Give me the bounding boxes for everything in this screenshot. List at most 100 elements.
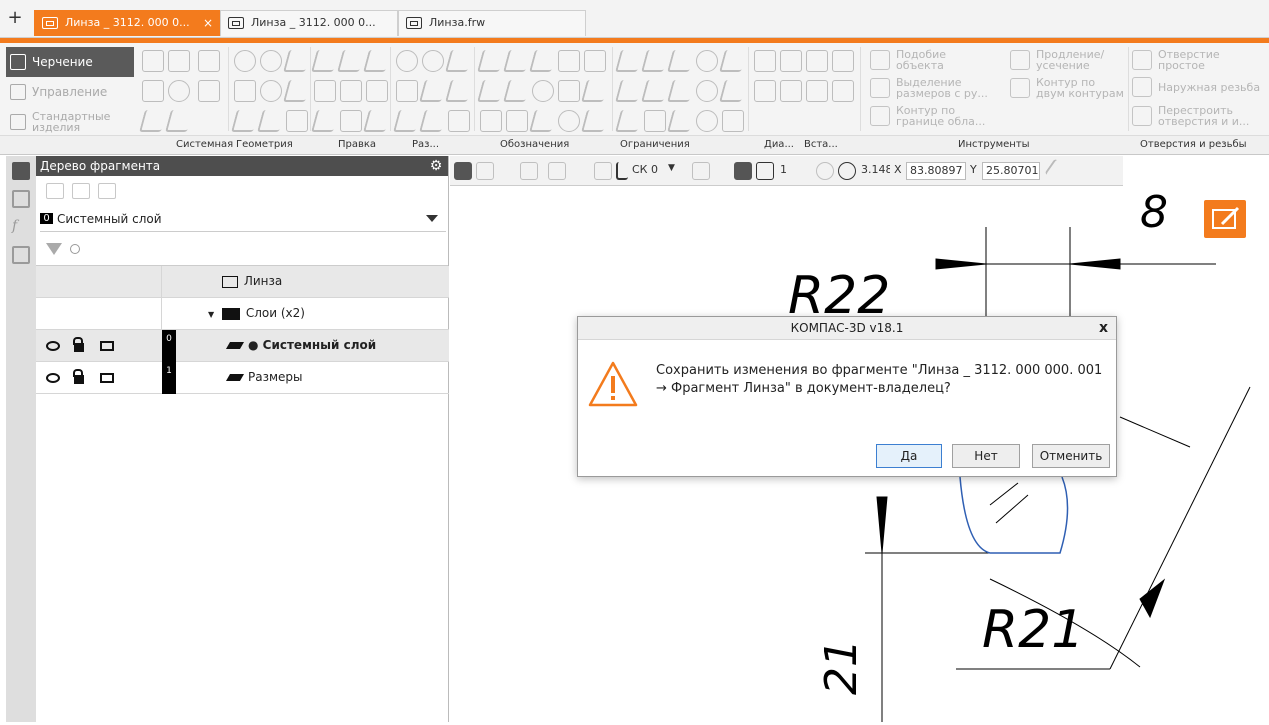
tree-row-layers[interactable]: ▼ Слои (x2) [36,298,449,330]
collinear-icon[interactable] [615,110,643,132]
view-icon[interactable] [780,50,802,72]
image-tool-icon[interactable] [98,183,116,199]
move-icon[interactable] [340,80,362,102]
no-button[interactable]: Нет [952,444,1020,468]
mode-standard-parts[interactable]: Стандартные изделия [6,107,134,137]
x-coordinate-field[interactable]: 83.80897 [906,162,966,180]
local-snap-icon[interactable] [520,162,538,180]
diameter-dimension-icon[interactable] [422,50,444,72]
tool-hole[interactable]: Отверстие простое [1132,49,1262,71]
group-tool-icon[interactable] [72,183,90,199]
arc-dimension-icon[interactable] [419,80,447,102]
tangent-icon[interactable] [696,50,718,72]
text-tool-icon[interactable] [480,110,502,132]
break-icon[interactable] [363,50,391,72]
mirror-icon[interactable] [366,80,388,102]
group-geometry[interactable]: Геометрия [236,139,293,150]
y-coordinate-field[interactable]: 25.80701 [982,162,1040,180]
mode-management[interactable]: Управление [6,77,134,107]
preview-icon[interactable] [168,80,190,102]
tool-similarity[interactable]: Подобие объекта [870,49,990,71]
layer-select[interactable]: 0 Системный слой [40,206,446,232]
search-icon[interactable] [70,243,80,254]
ordinate-dimension-icon[interactable] [419,110,447,132]
arc-icon[interactable] [260,80,282,102]
group-edit[interactable]: Правка [338,139,376,150]
group-insert[interactable]: Вста... [804,139,838,150]
eye-icon[interactable] [46,373,60,383]
group-constraints[interactable]: Ограничения [620,139,690,150]
text-icon[interactable] [448,110,470,132]
local-fragment-icon[interactable] [754,80,776,102]
fragment-insert-icon[interactable] [754,50,776,72]
printer-icon[interactable] [100,341,114,351]
circle-icon[interactable] [260,50,282,72]
group-dimensions[interactable]: Раз... [412,139,439,150]
yes-button[interactable]: Да [876,444,942,468]
macro-icon[interactable] [832,80,854,102]
group-system[interactable]: Системная [176,139,233,150]
horizontal-icon[interactable] [615,80,643,102]
group-designations[interactable]: Обозначения [500,139,569,150]
spline-icon[interactable] [231,110,259,132]
chevron-down-icon[interactable]: ▼ [668,163,675,173]
tool-thread[interactable]: Наружная резьба [1132,77,1262,97]
tab-document-1[interactable]: Линза _ 3112. 000 0... × [34,10,220,36]
layers-icon[interactable] [12,246,30,264]
rotate-icon[interactable] [363,110,391,132]
tool-rebuild-holes[interactable]: Перестроить отверстия и и... [1132,105,1266,127]
open-folder-icon[interactable] [168,50,190,72]
position-icon[interactable] [558,50,580,72]
tool-contour-boundary[interactable]: Контур по границе обла... [870,105,1006,127]
close-icon[interactable]: x [1099,317,1108,339]
new-tab-icon[interactable]: + [6,9,24,28]
extend-icon[interactable] [337,50,365,72]
parallel-icon[interactable] [641,50,669,72]
curve-icon[interactable] [257,110,285,132]
tree-icon[interactable] [12,162,30,180]
save-as-icon[interactable] [198,80,220,102]
fix-icon[interactable] [615,50,643,72]
fillet-icon[interactable] [311,110,339,132]
properties-icon[interactable] [12,190,30,208]
table-tool-icon[interactable] [506,110,528,132]
diagnose-icon[interactable] [722,110,744,132]
symbol-icon[interactable] [581,110,609,132]
gear-icon[interactable]: ⚙ [428,156,444,176]
object-icon[interactable] [806,80,828,102]
image-icon[interactable] [806,50,828,72]
equal-icon[interactable] [644,110,666,132]
midpoint-icon[interactable] [719,80,747,102]
chevron-down-icon[interactable] [426,215,438,222]
redo-icon[interactable] [165,110,193,132]
zoom-in-icon[interactable] [838,162,856,180]
print-icon[interactable] [142,80,164,102]
tool-select-dimensions[interactable]: Выделение размеров с ру... [870,77,1006,99]
group-tools[interactable]: Инструменты [958,139,1030,150]
eye-icon[interactable] [46,341,60,351]
round-icon[interactable] [548,162,566,180]
base-icon[interactable] [503,50,531,72]
layer-row[interactable]: 1 Размеры [36,362,449,394]
zoom-value[interactable]: 3.148 [858,162,890,180]
orientation-icon[interactable] [692,162,710,180]
close-tab-icon[interactable]: × [203,11,213,35]
tree-row-root[interactable]: Линза [36,266,449,298]
show-constraints-icon[interactable] [667,110,695,132]
coordinate-system[interactable]: СК 0 [632,163,658,176]
link-icon[interactable] [780,80,802,102]
axis-icon[interactable] [581,80,609,102]
roughness-icon[interactable] [477,50,505,72]
point-icon[interactable] [234,50,256,72]
tab-document-3[interactable]: Линза.frw [398,10,586,36]
tool-contour-two[interactable]: Контур по двум контурам [1010,77,1126,99]
zoom-out-icon[interactable] [816,162,834,180]
lock-icon[interactable] [73,337,84,352]
tool-extend-trim[interactable]: Продление/ усечение [1010,49,1120,71]
weld-icon[interactable] [529,110,557,132]
ortho-icon[interactable] [476,162,494,180]
table-icon[interactable] [558,80,580,102]
leader-icon[interactable] [445,80,473,102]
trim-icon[interactable] [311,50,339,72]
copy-icon[interactable] [314,80,336,102]
